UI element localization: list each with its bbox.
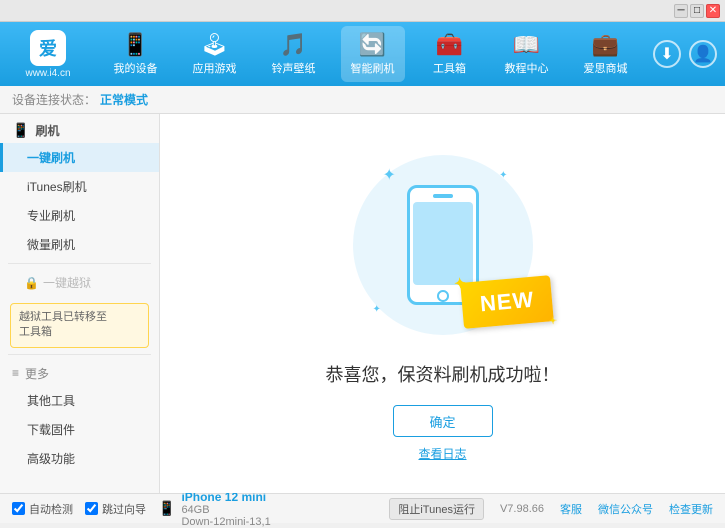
sparkle-2: ✦ bbox=[499, 170, 507, 181]
download-button[interactable]: ⬇ bbox=[653, 40, 681, 68]
nav-ringtones[interactable]: 🎵 铃声壁纸 bbox=[262, 26, 326, 82]
confirm-button[interactable]: 确定 bbox=[393, 405, 493, 437]
phone-speaker bbox=[433, 194, 453, 198]
bottom-left: 自动检测 跳过向导 📱 iPhone 12 mini 64GB Down-12m… bbox=[12, 490, 271, 528]
content-area: ✦ ✦ ✦ NEW 恭喜您，保资料刷机成功啦！ 确定 查看日志 bbox=[160, 114, 725, 493]
micro-flash-label: 微量刷机 bbox=[27, 238, 75, 252]
status-value: 正常模式 bbox=[100, 91, 148, 108]
logo-text: www.i4.cn bbox=[25, 68, 70, 79]
auto-connect-checkbox-item: 自动检测 bbox=[12, 501, 73, 517]
bottom-right: 阻止iTunes运行 V7.98.66 客服 微信公众号 检查更新 bbox=[389, 498, 713, 520]
my-device-label: 我的设备 bbox=[114, 60, 158, 76]
more-icon: ≡ bbox=[12, 366, 19, 380]
logo: 爱 www.i4.cn bbox=[8, 30, 88, 79]
toolbox-label: 工具箱 bbox=[433, 60, 466, 76]
nav-my-device[interactable]: 📱 我的设备 bbox=[104, 26, 168, 82]
success-message: 恭喜您，保资料刷机成功啦！ bbox=[326, 361, 560, 387]
advanced-label: 高级功能 bbox=[27, 452, 75, 466]
toolbox-icon: 🧰 bbox=[436, 32, 463, 58]
smart-flash-icon: 🔄 bbox=[359, 32, 386, 58]
phone-illustration: ✦ ✦ ✦ NEW bbox=[343, 145, 543, 345]
status-label: 设备连接状态： bbox=[12, 91, 96, 108]
sidebar-alert: 越狱工具已转移至工具箱 bbox=[10, 303, 149, 348]
lock-icon: 🔒 bbox=[24, 276, 39, 290]
device-icon: 📱 bbox=[158, 500, 175, 517]
nav-smart-flash[interactable]: 🔄 智能刷机 bbox=[341, 26, 405, 82]
sidebar-divider-2 bbox=[8, 354, 151, 355]
nav-tutorial[interactable]: 📖 教程中心 bbox=[495, 26, 559, 82]
logo-icon: 爱 bbox=[30, 30, 66, 66]
apps-games-icon: 🕹 bbox=[201, 32, 229, 58]
auto-connect-label: 自动检测 bbox=[29, 501, 73, 517]
sidebar-item-micro-flash[interactable]: 微量刷机 bbox=[0, 230, 159, 259]
titlebar: ─ □ ✕ bbox=[0, 0, 725, 22]
nav-apps-games[interactable]: 🕹 应用游戏 bbox=[183, 26, 247, 82]
itunes-flash-label: iTunes刷机 bbox=[27, 180, 87, 194]
one-click-flash-label: 一键刷机 bbox=[27, 151, 75, 165]
phone-home-button bbox=[437, 290, 449, 302]
device-info: 📱 iPhone 12 mini 64GB Down-12mini-13,1 bbox=[158, 490, 271, 528]
sidebar-item-itunes-flash[interactable]: iTunes刷机 bbox=[0, 172, 159, 201]
service-link[interactable]: 客服 bbox=[560, 501, 582, 517]
device-firmware: Down-12mini-13,1 bbox=[181, 516, 270, 528]
other-tools-label: 其他工具 bbox=[27, 394, 75, 408]
sidebar-item-download-firmware[interactable]: 下载固件 bbox=[0, 415, 159, 444]
download-firmware-label: 下载固件 bbox=[27, 423, 75, 437]
auto-connect-checkbox[interactable] bbox=[12, 502, 25, 515]
statusbar: 设备连接状态： 正常模式 bbox=[0, 86, 725, 114]
sidebar-item-one-click-flash[interactable]: 一键刷机 bbox=[0, 143, 159, 172]
flash-section-label: 刷机 bbox=[35, 122, 59, 139]
user-button[interactable]: 👤 bbox=[689, 40, 717, 68]
skip-wizard-checkbox-item: 跳过向导 bbox=[85, 501, 146, 517]
sparkle-1: ✦ bbox=[383, 165, 396, 185]
stop-itunes-button[interactable]: 阻止iTunes运行 bbox=[389, 498, 484, 520]
header: 爱 www.i4.cn 📱 我的设备 🕹 应用游戏 🎵 铃声壁纸 🔄 智能刷机 … bbox=[0, 22, 725, 86]
sidebar-item-advanced[interactable]: 高级功能 bbox=[0, 444, 159, 473]
sidebar-item-jailbreak: 🔒 一键越狱 bbox=[0, 268, 159, 297]
tutorial-icon: 📖 bbox=[513, 32, 540, 58]
minimize-button[interactable]: ─ bbox=[674, 4, 688, 18]
ringtones-icon: 🎵 bbox=[280, 32, 307, 58]
maximize-button[interactable]: □ bbox=[690, 4, 704, 18]
device-storage: 64GB bbox=[181, 504, 270, 516]
update-link[interactable]: 检查更新 bbox=[669, 501, 713, 517]
ringtones-label: 铃声壁纸 bbox=[272, 60, 316, 76]
new-badge: NEW bbox=[460, 275, 554, 329]
more-label: 更多 bbox=[25, 365, 49, 382]
shop-label: 爱思商城 bbox=[584, 60, 628, 76]
skip-wizard-checkbox[interactable] bbox=[85, 502, 98, 515]
device-details: iPhone 12 mini 64GB Down-12mini-13,1 bbox=[181, 490, 270, 528]
secondary-link[interactable]: 查看日志 bbox=[418, 445, 466, 462]
nav-bar: 📱 我的设备 🕹 应用游戏 🎵 铃声壁纸 🔄 智能刷机 🧰 工具箱 📖 教程中心… bbox=[96, 26, 645, 82]
header-right: ⬇ 👤 bbox=[653, 40, 717, 68]
close-button[interactable]: ✕ bbox=[706, 4, 720, 18]
apps-games-label: 应用游戏 bbox=[193, 60, 237, 76]
sparkle-3: ✦ bbox=[373, 304, 381, 315]
more-section-title: ≡ 更多 bbox=[0, 359, 159, 386]
sidebar-item-other-tools[interactable]: 其他工具 bbox=[0, 386, 159, 415]
flash-section-icon: 📱 bbox=[12, 122, 29, 139]
sidebar-item-pro-flash[interactable]: 专业刷机 bbox=[0, 201, 159, 230]
phone-screen bbox=[413, 202, 473, 285]
jailbreak-label: 一键越狱 bbox=[43, 274, 91, 291]
sidebar-divider-1 bbox=[8, 263, 151, 264]
bottombar: 自动检测 跳过向导 📱 iPhone 12 mini 64GB Down-12m… bbox=[0, 493, 725, 523]
my-device-icon: 📱 bbox=[122, 32, 149, 58]
wechat-link[interactable]: 微信公众号 bbox=[598, 501, 653, 517]
shop-icon: 💼 bbox=[592, 32, 619, 58]
skip-wizard-label: 跳过向导 bbox=[102, 501, 146, 517]
alert-text: 越狱工具已转移至工具箱 bbox=[19, 311, 107, 338]
sidebar: 📱 刷机 一键刷机 iTunes刷机 专业刷机 微量刷机 🔒 一键越狱 越狱工具… bbox=[0, 114, 160, 493]
main-layout: 📱 刷机 一键刷机 iTunes刷机 专业刷机 微量刷机 🔒 一键越狱 越狱工具… bbox=[0, 114, 725, 493]
version-text: V7.98.66 bbox=[500, 503, 544, 515]
nav-shop[interactable]: 💼 爱思商城 bbox=[574, 26, 638, 82]
nav-toolbox[interactable]: 🧰 工具箱 bbox=[420, 26, 480, 82]
pro-flash-label: 专业刷机 bbox=[27, 209, 75, 223]
smart-flash-label: 智能刷机 bbox=[351, 60, 395, 76]
flash-section-title: 📱 刷机 bbox=[0, 114, 159, 143]
tutorial-label: 教程中心 bbox=[505, 60, 549, 76]
